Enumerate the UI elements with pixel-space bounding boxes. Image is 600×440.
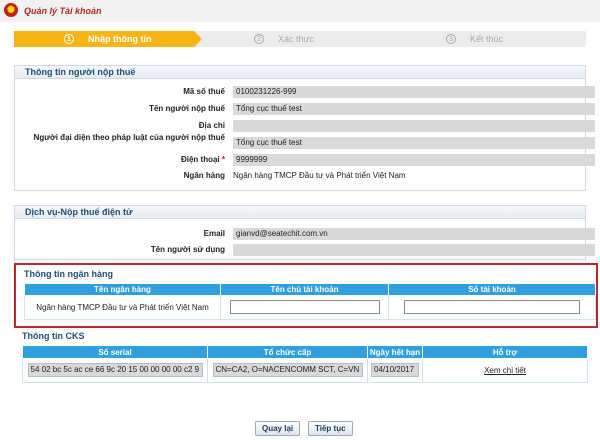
table-row: Ngân hàng TMCP Đầu tư và Phát triển Việt…	[24, 295, 596, 320]
support-column-header: Hỗ trợ	[422, 345, 588, 359]
continue-button[interactable]: Tiếp tục	[308, 421, 353, 436]
tax-code-label: Mã số thuế	[183, 87, 225, 96]
legal-representative-label: Người đại diện theo pháp luật của người …	[33, 133, 225, 142]
window-title: Quản lý Tài khoản	[24, 6, 102, 16]
service-panel-title: Dịch vụ-Nộp thuế điện tử	[15, 206, 585, 219]
field-phone: Điện thoại * 9999999	[15, 154, 595, 166]
email-label: Email	[203, 229, 225, 238]
account-holder-column-header: Tên chủ tài khoản	[220, 283, 389, 296]
username-value	[233, 244, 595, 256]
tax-emblem-icon	[4, 3, 18, 17]
cks-info-table: Số serial Tổ chức cấp Ngày hết hạn Hỗ tr…	[22, 345, 588, 383]
serial-value: 54 02 bc 5c ac ce 66 9c 20 15 00 00 00 0…	[27, 362, 203, 377]
step-2-number: 2	[254, 34, 264, 44]
service-panel: Dịch vụ-Nộp thuế điện tử Email gianvd@se…	[14, 205, 595, 260]
expiry-cell: 04/10/2017	[367, 358, 423, 383]
step-2-label: Xác thực	[278, 34, 315, 44]
bank-label: Ngân hàng	[183, 171, 225, 180]
bank-name-cell: Ngân hàng TMCP Đầu tư và Phát triển Việt…	[24, 295, 221, 320]
taxpayer-name-value: Tổng cục thuế test	[233, 103, 595, 115]
step-3-number: 3	[446, 34, 456, 44]
taxpayer-panel-title: Thông tin người nộp thuế	[15, 66, 585, 79]
serial-column-header: Số serial	[22, 345, 208, 359]
issuer-value: CN=CA2, O=NACENCOMM SCT, C=VN	[212, 362, 363, 377]
bank-info-table: Tên ngân hàng Tên chủ tài khoản Số tài k…	[24, 283, 596, 320]
account-number-input[interactable]	[404, 299, 580, 314]
table-row: 54 02 bc 5c ac ce 66 9c 20 15 00 00 00 0…	[22, 358, 588, 383]
address-label: Địa chỉ	[198, 121, 225, 130]
username-label: Tên người sử dụng	[150, 245, 225, 254]
bank-name-column-header: Tên ngân hàng	[24, 283, 221, 296]
field-taxpayer-name: Tên người nộp thuế Tổng cục thuế test	[15, 103, 595, 115]
bank-info-title: Thông tin ngân hàng	[24, 269, 113, 279]
bank-value: Ngân hàng TMCP Đầu tư và Phát triển Việt…	[233, 171, 406, 180]
address-value	[233, 120, 595, 132]
step-1-label: Nhập thông tin	[88, 34, 152, 44]
phone-value: 9999999	[233, 154, 595, 166]
field-tax-code: Mã số thuế 0100231226-999	[15, 86, 595, 98]
field-legal-representative: Người đại diện theo pháp luật của người …	[15, 133, 595, 149]
account-number-cell	[388, 295, 596, 320]
back-button[interactable]: Quay lại	[255, 421, 301, 436]
account-holder-cell	[220, 295, 389, 320]
tax-code-value: 0100231226-999	[233, 86, 595, 98]
support-cell: Xem chi tiết	[422, 358, 588, 383]
required-mark: *	[221, 155, 225, 164]
account-holder-input[interactable]	[229, 299, 380, 314]
step-2: 2 Xác thực	[254, 31, 314, 47]
account-number-column-header: Số tài khoản	[388, 283, 596, 296]
field-email: Email gianvd@seatechit.com.vn	[15, 228, 595, 240]
taxpayer-name-label: Tên người nộp thuế	[149, 104, 225, 113]
title-bar: Quản lý Tài khoản	[0, 0, 600, 22]
serial-cell: 54 02 bc 5c ac ce 66 9c 20 15 00 00 00 0…	[22, 358, 208, 383]
expiry-value: 04/10/2017	[371, 362, 419, 377]
cks-table-header-row: Số serial Tổ chức cấp Ngày hết hạn Hỗ tr…	[22, 345, 588, 359]
legal-representative-value: Tổng cục thuế test	[233, 137, 595, 149]
bank-table-header-row: Tên ngân hàng Tên chủ tài khoản Số tài k…	[24, 283, 596, 296]
field-address: Địa chỉ	[15, 120, 595, 132]
step-3: 3 Kết thúc	[446, 31, 503, 47]
step-1-number: 1	[64, 34, 74, 44]
step-1: 1 Nhập thông tin	[14, 31, 202, 47]
issuer-cell: CN=CA2, O=NACENCOMM SCT, C=VN	[207, 358, 368, 383]
bank-info-highlight: Thông tin ngân hàng Tên ngân hàng Tên ch…	[14, 263, 598, 328]
issuer-column-header: Tổ chức cấp	[207, 345, 368, 359]
phone-label: Điện thoại *	[180, 155, 225, 164]
wizard-steps: 1 Nhập thông tin 2 Xác thực 3 Kết thúc	[14, 31, 586, 47]
taxpayer-panel: Thông tin người nộp thuế Mã số thuế 0100…	[14, 65, 595, 191]
field-bank: Ngân hàng Ngân hàng TMCP Đầu tư và Phát …	[15, 170, 585, 182]
expiry-column-header: Ngày hết hạn	[367, 345, 423, 359]
view-details-link[interactable]: Xem chi tiết	[484, 366, 526, 375]
cks-info-title: Thông tin CKS	[22, 331, 85, 341]
field-username: Tên người sử dụng	[15, 244, 595, 256]
step-3-label: Kết thúc	[470, 34, 504, 44]
email-value: gianvd@seatechit.com.vn	[233, 228, 595, 240]
